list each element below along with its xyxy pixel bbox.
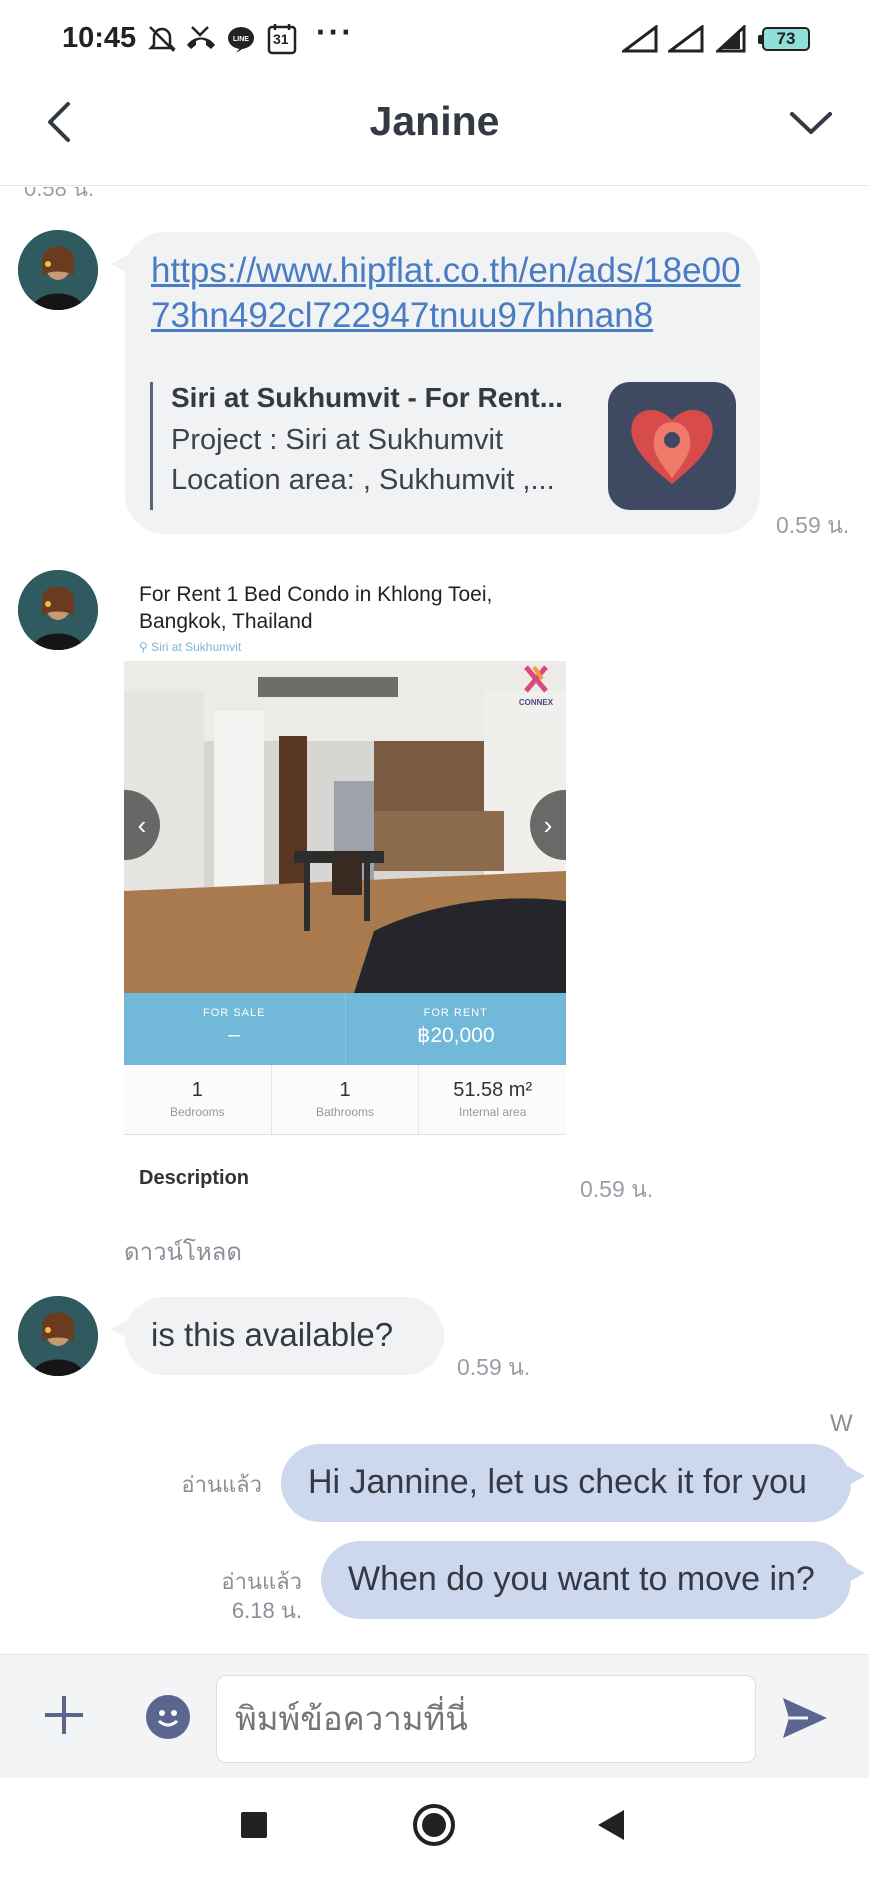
avatar[interactable] — [18, 570, 98, 650]
sender-initial: W — [830, 1410, 853, 1437]
listing-location: ⚲ Siri at Sukhumvit — [139, 640, 241, 654]
send-icon — [783, 1698, 827, 1738]
recent-apps-button[interactable] — [241, 1812, 267, 1838]
area-label: Internal area — [458, 1105, 527, 1119]
message-input[interactable] — [216, 1675, 756, 1763]
chevron-down-icon — [790, 112, 832, 134]
message-time: 0.59 น. — [776, 512, 850, 538]
previous-message-time: 0.58 น. — [24, 187, 95, 201]
price-panel: FOR SALE – FOR RENT ฿20,000 — [124, 993, 566, 1065]
image-message[interactable]: For Rent 1 Bed Condo in Khlong Toei, Ban… — [124, 567, 566, 1197]
bedrooms-label: Bedrooms — [169, 1105, 225, 1119]
wifi-icon — [716, 22, 750, 56]
listing-title: For Rent 1 Bed Condo in Khlong Toei, Ban… — [139, 583, 493, 633]
status-time: 10:45 — [62, 22, 137, 54]
calendar-day: 31 — [273, 31, 289, 47]
for-sale-column: FOR SALE – — [124, 993, 346, 1065]
calendar-icon: 31 — [267, 22, 297, 56]
system-back-button[interactable] — [598, 1810, 624, 1840]
listing-stats: 1 Bedrooms 1 Bathrooms 51.58 m² Internal… — [124, 1065, 566, 1135]
for-rent-label: FOR RENT — [423, 1007, 488, 1019]
message-time: 0.59 น. — [457, 1354, 531, 1380]
line-app-icon: LINE — [226, 22, 256, 56]
area-value: 51.58 m² — [453, 1079, 533, 1101]
connex-logo: CONNEX — [512, 665, 560, 707]
more-notifications-icon: ··· — [316, 14, 354, 50]
bathrooms-label: Bathrooms — [315, 1105, 375, 1119]
area-stat: 51.58 m² Internal area — [419, 1065, 566, 1134]
chat-menu-button[interactable] — [786, 104, 836, 144]
signal-icon — [622, 22, 658, 56]
system-navigation-bar — [0, 1778, 869, 1883]
link-message-bubble[interactable]: https://www.hipflat.co.th/en/ads/18e0073… — [111, 232, 760, 534]
svg-text:LINE: LINE — [233, 36, 249, 43]
hipflat-heart-icon — [631, 409, 713, 484]
bathrooms-value: 1 — [339, 1079, 351, 1101]
message-time: 6.18 น. — [231, 1598, 302, 1623]
home-button[interactable] — [413, 1804, 455, 1846]
outgoing-message-bubble[interactable]: Hi Jannine, let us check it for you — [281, 1444, 865, 1522]
battery-icon: 73 — [758, 27, 810, 51]
status-bar: 10:45 LINE 31 ··· 73 — [0, 0, 869, 80]
signal-icon-2 — [668, 22, 704, 56]
avatar[interactable] — [18, 230, 98, 310]
emoji-button[interactable] — [146, 1695, 190, 1739]
add-attachment-button[interactable] — [42, 1693, 86, 1737]
bedrooms-stat: 1 Bedrooms — [124, 1065, 272, 1134]
listing-photo: ‹ › CONNEX — [124, 661, 566, 993]
smiley-icon — [158, 1710, 178, 1727]
read-receipt: อ่านแล้ว — [181, 1472, 262, 1497]
text-message-bubble[interactable]: is this available? — [111, 1297, 444, 1375]
link-preview-location: Location area: , Sukhumvit ,... — [171, 464, 555, 496]
chat-area[interactable]: 0.58 น. https://www.hipflat.co.th/en/ads… — [0, 187, 869, 1654]
avatar[interactable] — [18, 1296, 98, 1376]
link-preview-thumbnail[interactable] — [608, 382, 736, 510]
message-text: Hi Jannine, let us check it for you — [308, 1463, 807, 1501]
link-preview-title[interactable]: Siri at Sukhumvit - For Rent... — [171, 382, 591, 414]
send-button[interactable] — [780, 1693, 830, 1743]
download-link[interactable]: ดาวน์โหลด — [124, 1232, 242, 1271]
preview-divider — [150, 382, 153, 510]
link-preview-project: Project : Siri at Sukhumvit — [171, 424, 503, 456]
for-rent-column: FOR RENT ฿20,000 — [346, 993, 567, 1065]
bathrooms-stat: 1 Bathrooms — [272, 1065, 420, 1134]
location-pin-icon: ⚲ — [139, 640, 152, 654]
chat-title: Janine — [369, 98, 500, 144]
description-heading: Description — [139, 1167, 250, 1189]
bedrooms-value: 1 — [191, 1079, 203, 1101]
for-sale-label: FOR SALE — [203, 1007, 266, 1019]
outgoing-message-bubble[interactable]: When do you want to move in? — [321, 1541, 865, 1619]
alarm-off-icon — [146, 22, 178, 56]
message-text: When do you want to move in? — [348, 1560, 815, 1598]
plus-icon — [45, 1696, 83, 1734]
for-sale-value: – — [228, 1023, 241, 1046]
message-input-bar — [0, 1654, 869, 1778]
message-text: is this available? — [151, 1316, 394, 1353]
missed-call-icon — [184, 22, 218, 56]
message-link[interactable]: https://www.hipflat.co.th/en/ads/18e0073… — [151, 248, 751, 338]
connex-logo-text: CONNEX — [518, 698, 554, 707]
chat-header: Janine — [0, 80, 869, 186]
listing-location-text: Siri at Sukhumvit — [151, 640, 242, 654]
message-time: 0.59 น. — [580, 1176, 654, 1202]
for-rent-value: ฿20,000 — [416, 1024, 495, 1047]
